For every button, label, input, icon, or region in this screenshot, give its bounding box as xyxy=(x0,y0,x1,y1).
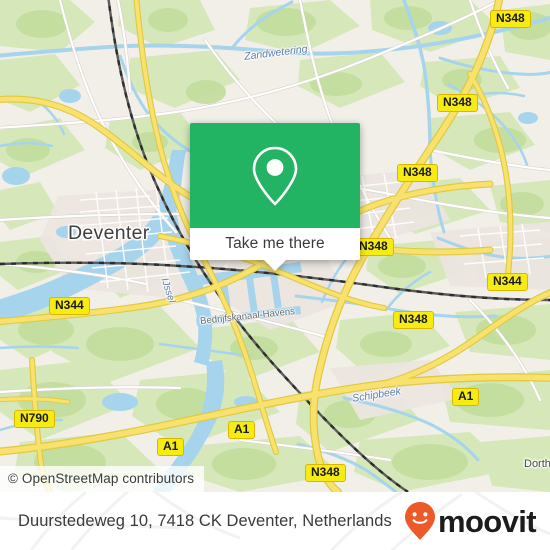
moovit-wordmark: moovit xyxy=(437,503,537,539)
moovit-map-screenshot: Deventer Zandwetering IJssel Schipbeek B… xyxy=(0,0,550,550)
road-shield-a1: A1 xyxy=(228,421,256,439)
location-popup-card[interactable]: Take me there xyxy=(190,123,360,271)
osm-attribution[interactable]: © OpenStreetMap contributors xyxy=(0,466,205,492)
road-shield-n348: N348 xyxy=(490,10,531,28)
bottom-info-bar: Duurstedeweg 10, 7418 CK Deventer, Nethe… xyxy=(0,492,550,550)
road-shield-n344: N344 xyxy=(49,297,90,315)
road-shield-n348: N348 xyxy=(305,464,346,482)
take-me-there-label: Take me there xyxy=(225,235,325,252)
popup-header xyxy=(190,123,360,228)
road-shield-n348: N348 xyxy=(393,311,434,329)
moovit-pin-smiley-icon xyxy=(404,502,435,540)
address-text: Duurstedeweg 10, 7418 CK Deventer, Nethe… xyxy=(18,511,392,530)
map-pin-icon xyxy=(252,146,298,205)
road-shield-n790: N790 xyxy=(14,410,55,428)
road-shield-n348: N348 xyxy=(437,94,478,112)
road-shield-n344: N344 xyxy=(487,273,528,291)
map-label-deventer: Deventer xyxy=(68,222,150,244)
popup-footer[interactable]: Take me there xyxy=(190,228,360,271)
map-label-dorth: Dorth xyxy=(524,458,550,470)
popup-pointer-tail xyxy=(264,260,286,271)
moovit-logo[interactable]: moovit xyxy=(404,502,537,540)
road-shield-a1: A1 xyxy=(452,388,480,406)
road-shield-a1: A1 xyxy=(157,438,185,456)
road-shield-n348: N348 xyxy=(397,164,438,182)
